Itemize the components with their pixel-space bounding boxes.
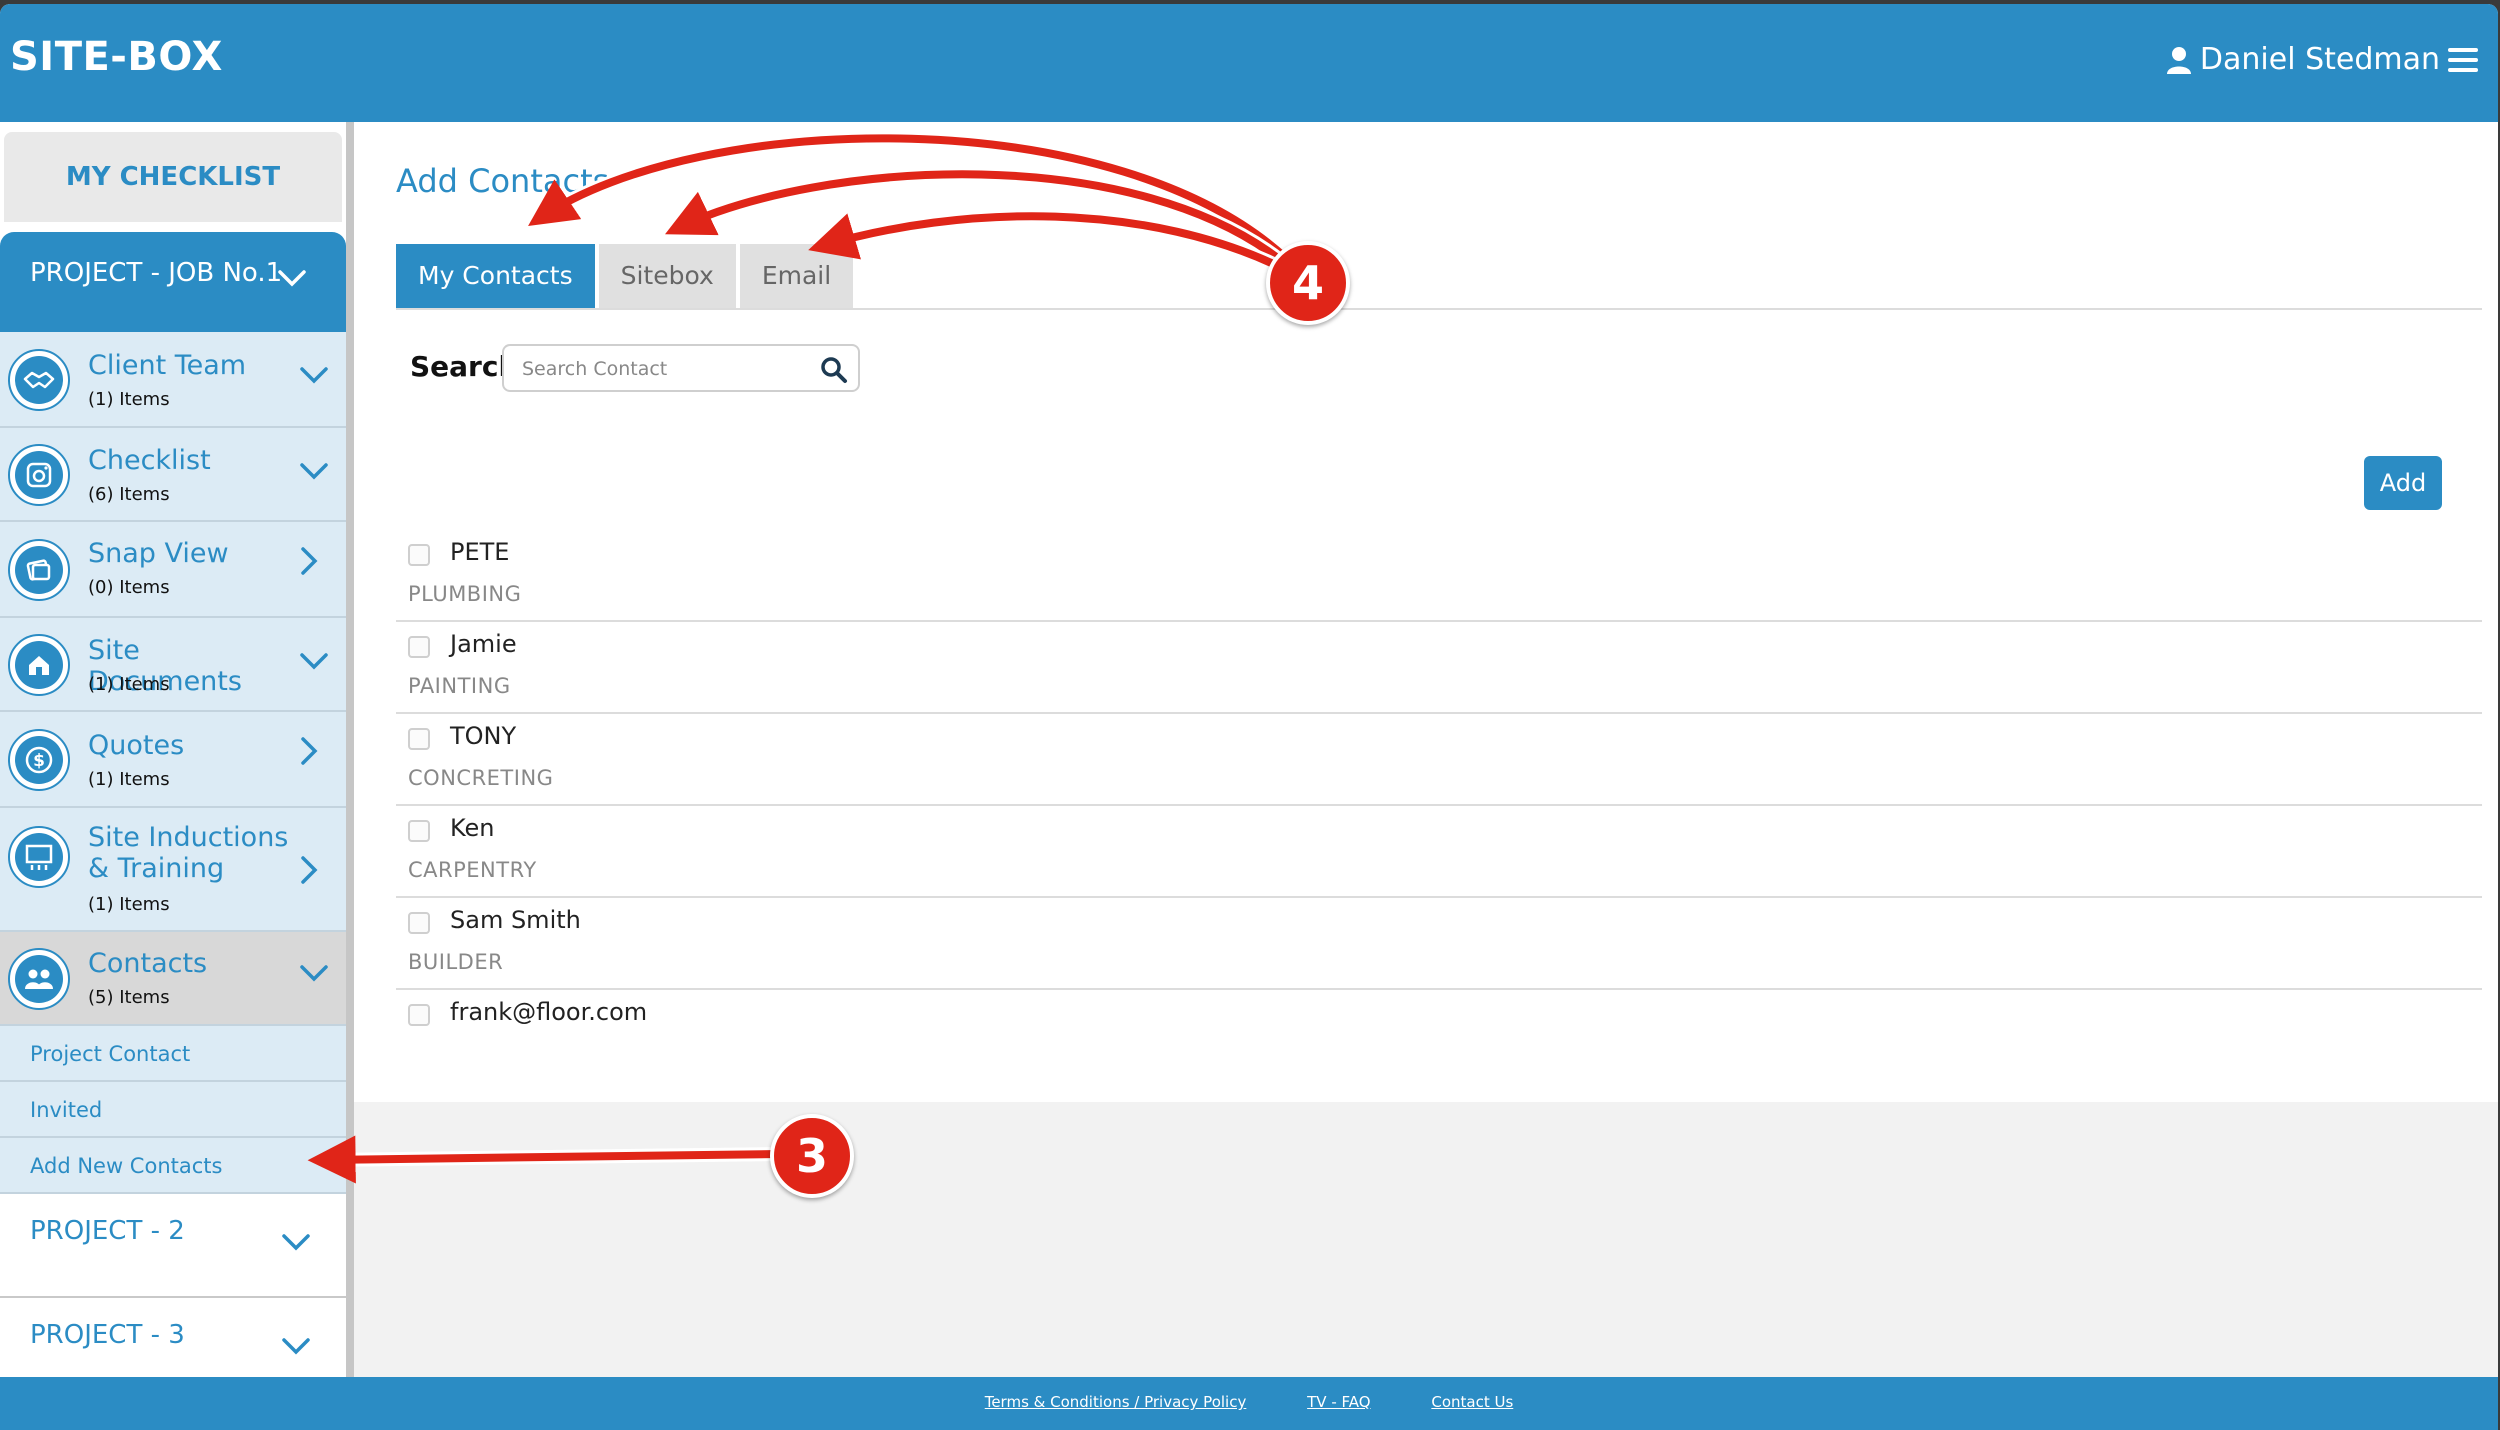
svg-text:$: $ [33,751,45,771]
contact-trade: CONCRETING [408,766,554,790]
sidebar-item-site-documents[interactable]: Site Documents (1) Items [0,618,346,712]
footer-links: Terms & Conditions / Privacy Policy TV -… [0,1393,2498,1411]
contact-row: Jamie PAINTING [396,622,2482,714]
project-title: PROJECT - JOB No.1 [30,258,283,288]
handshake-icon [8,349,70,411]
subitem-invited[interactable]: Invited [0,1082,346,1138]
sidebar-item-count: (6) Items [88,484,170,505]
search-box [502,344,860,392]
main-panel: Add Contacts My Contacts Sitebox Email S… [354,122,2498,1102]
sidebar: MY CHECKLIST PROJECT - JOB No.1 Client T… [0,122,354,1379]
user-icon [2166,46,2192,74]
footer: Terms & Conditions / Privacy Policy TV -… [0,1377,2498,1430]
sidebar-item-snap-view[interactable]: Snap View (0) Items [0,522,346,618]
tab-divider [396,308,2482,310]
search-icon[interactable] [820,356,848,388]
chevron-down-icon [300,462,328,484]
camera-icon [8,444,70,506]
dollar-icon: $ [8,729,70,791]
chevron-down-icon [278,264,306,294]
sidebar-item-count: (5) Items [88,987,170,1008]
sidebar-item-client-team[interactable]: Client Team (1) Items [0,332,346,428]
contact-row: PETE PLUMBING [396,530,2482,622]
contact-name: PETE [450,538,510,566]
my-checklist-button[interactable]: MY CHECKLIST [4,132,342,222]
sidebar-item-contacts[interactable]: Contacts (5) Items [0,932,346,1026]
people-icon [8,948,70,1010]
contact-row: TONY CONCRETING [396,714,2482,806]
chevron-down-icon [300,366,328,388]
sidebar-item-count: (1) Items [88,674,170,695]
contact-source-tabs: My Contacts Sitebox Email [396,244,854,308]
chevron-right-icon [300,855,318,889]
contact-name: TONY [450,722,517,750]
project-3-header[interactable]: PROJECT - 3 [0,1298,346,1379]
contact-checkbox[interactable] [408,636,430,658]
app-window: SITE-BOX Daniel Stedman MY CHECKLIST PRO… [0,4,2498,1430]
contact-checkbox[interactable] [408,820,430,842]
contact-row: Sam Smith BUILDER [396,898,2482,990]
tab-sitebox[interactable]: Sitebox [598,244,736,308]
contact-trade: CARPENTRY [408,858,537,882]
chevron-down-icon [300,652,328,674]
sidebar-item-label: Site Inductions & Training [88,822,289,884]
chevron-down-icon [282,1228,310,1258]
contact-row: frank@floor.com [396,990,2482,1082]
sidebar-item-label: Checklist [88,445,211,476]
documents-icon [8,634,70,696]
add-button[interactable]: Add [2364,456,2442,510]
sidebar-item-count: (0) Items [88,577,170,598]
tv-faq-link[interactable]: TV - FAQ [1307,1393,1370,1411]
terms-privacy-link[interactable]: Terms & Conditions / Privacy Policy [985,1393,1247,1411]
chevron-right-icon [300,546,318,580]
chevron-down-icon [282,1332,310,1362]
sidebar-item-count: (1) Items [88,894,170,915]
project-title: PROJECT - 2 [30,1216,185,1246]
training-icon [8,826,70,888]
subitem-project-contact[interactable]: Project Contact [0,1026,346,1082]
contact-trade: PLUMBING [408,582,522,606]
annotation-badge-4: 4 [1266,241,1350,325]
user-name: Daniel Stedman [2199,42,2440,77]
sidebar-item-count: (1) Items [88,769,170,790]
sidebar-item-site-inductions-training[interactable]: Site Inductions & Training (1) Items [0,808,346,932]
sidebar-item-checklist[interactable]: Checklist (6) Items [0,428,346,522]
photos-icon [8,539,70,601]
sidebar-item-quotes[interactable]: $ Quotes (1) Items [0,712,346,808]
sidebar-item-count: (1) Items [88,389,170,410]
hamburger-menu-icon[interactable] [2448,47,2478,73]
user-menu[interactable]: Daniel Stedman [2166,42,2478,77]
subitem-add-new-contacts[interactable]: Add New Contacts [0,1138,346,1194]
project-job-1-header[interactable]: PROJECT - JOB No.1 [0,232,346,332]
sidebar-item-label: Client Team [88,350,247,381]
contact-name: Sam Smith [450,906,581,934]
sidebar-item-label: Quotes [88,730,185,761]
top-header: SITE-BOX Daniel Stedman [0,4,2498,122]
contact-trade: BUILDER [408,950,504,974]
contact-name: Jamie [450,630,517,658]
project-2-header[interactable]: PROJECT - 2 [0,1194,346,1298]
brand-logo[interactable]: SITE-BOX [10,34,223,80]
page-title: Add Contacts [396,162,610,200]
sidebar-item-label: Contacts [88,948,208,979]
contact-checkbox[interactable] [408,544,430,566]
tab-my-contacts[interactable]: My Contacts [396,244,595,308]
contact-checkbox[interactable] [408,1004,430,1026]
contact-checkbox[interactable] [408,728,430,750]
tab-email[interactable]: Email [739,244,854,308]
contact-row: Ken CARPENTRY [396,806,2482,898]
contact-name: Ken [450,814,495,842]
annotation-badge-3: 3 [770,1114,854,1198]
sidebar-item-label: Snap View [88,538,229,569]
contact-checkbox[interactable] [408,912,430,934]
chevron-right-icon [300,736,318,770]
contact-trade: PAINTING [408,674,511,698]
contact-us-link[interactable]: Contact Us [1431,1393,1513,1411]
chevron-down-icon [300,964,328,986]
search-input[interactable] [520,354,814,384]
project-title: PROJECT - 3 [30,1320,185,1350]
contact-name: frank@floor.com [450,998,648,1026]
